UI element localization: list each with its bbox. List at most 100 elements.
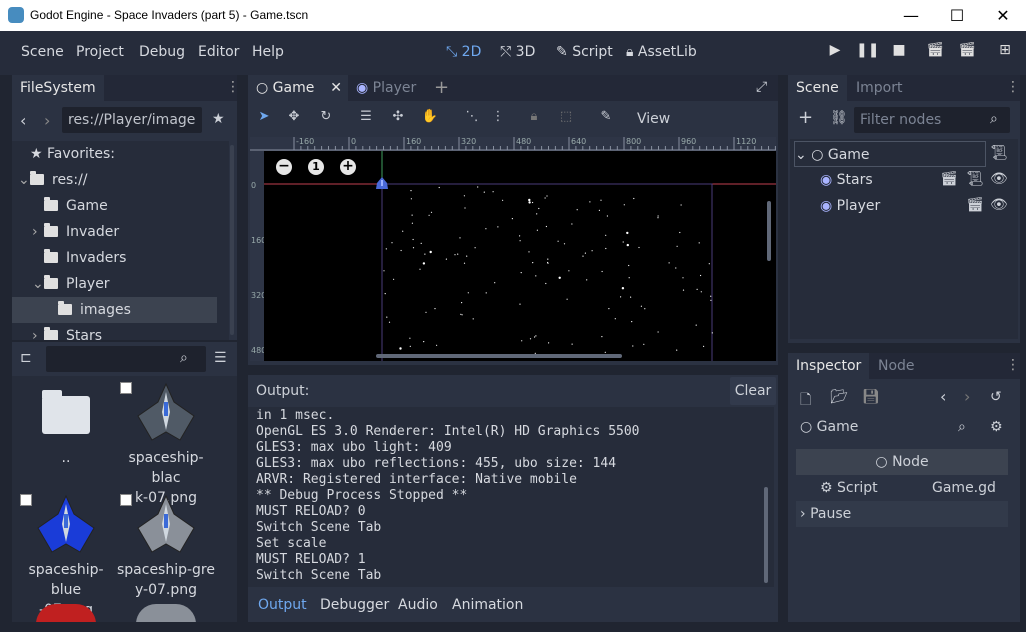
link-icon[interactable]: ⛓ (830, 110, 848, 126)
lock-icon[interactable]: 🔒︎ (524, 109, 544, 129)
fs-tree-item[interactable]: › Invader (12, 219, 229, 245)
zoom-in-button[interactable]: + (340, 159, 356, 175)
history-icon[interactable]: ↺ (990, 389, 1002, 405)
bottom-tab-audio[interactable]: Audio (398, 590, 438, 620)
maximize-button[interactable]: ☐ (934, 0, 980, 31)
filesystem-scrollbar[interactable] (230, 145, 234, 335)
save-icon[interactable]: 💾︎ (862, 389, 880, 405)
menu-editor[interactable]: Editor (198, 44, 239, 60)
pause-button[interactable]: ❚❚ (856, 42, 879, 64)
filter-nodes-input[interactable]: Filter nodes (854, 107, 1010, 133)
mode-assetlib-button[interactable]: 🔒︎ AssetLib (626, 44, 697, 60)
mode-3d-button[interactable]: ⤲ 3D (500, 44, 535, 60)
tab-game[interactable]: ○ Game ✕ (248, 75, 348, 101)
fs-tree-item[interactable]: ⌄ res:// (12, 167, 229, 193)
open-folder-icon[interactable]: 📂︎ (830, 389, 848, 405)
chevron-down-icon[interactable]: ⌄ (18, 167, 30, 193)
node-section-header[interactable]: ○ Node (796, 449, 1008, 475)
viewport-hscrollbar[interactable] (376, 354, 622, 358)
file-item-partial[interactable] (136, 604, 196, 622)
history-forward-icon[interactable]: › (964, 387, 970, 406)
pivot-tool-icon[interactable]: ✣ (388, 109, 408, 129)
close-tab-icon[interactable]: ✕ (330, 75, 342, 101)
path-field[interactable]: res://Player/image (62, 107, 202, 133)
favorite-star-icon[interactable]: ★ (212, 111, 225, 127)
script-icon[interactable]: 📜︎ (966, 171, 984, 187)
chevron-right-icon[interactable]: › (32, 219, 44, 245)
visibility-eye-icon[interactable]: 👁︎ (990, 197, 1008, 213)
play-scene-button[interactable]: 🎬︎ (924, 42, 946, 64)
pause-section-header[interactable]: › Pause (796, 501, 1008, 527)
file-item[interactable]: spaceship-blue-07.png (16, 492, 116, 618)
snap-options-icon[interactable]: ⋮ (488, 109, 508, 129)
menu-dots-icon[interactable]: ⋮ (1006, 79, 1020, 95)
scene-node-player[interactable]: ◉ Player (820, 193, 960, 219)
tab-filesystem[interactable]: FileSystem (12, 75, 104, 101)
fs-tree-item[interactable]: ⌄ Player (12, 271, 229, 297)
view-menu[interactable]: View (637, 111, 670, 127)
settings-icon[interactable]: ⊞ (994, 42, 1016, 64)
menu-debug[interactable]: Debug (139, 44, 185, 60)
tab-player[interactable]: ◉ Player (348, 75, 428, 101)
new-resource-icon[interactable]: 🗋︎ (800, 389, 811, 413)
chevron-down-icon[interactable]: ⌄ (32, 271, 44, 297)
select-tool-icon[interactable]: ➤ (254, 109, 274, 129)
zoom-reset-button[interactable]: 1 (308, 159, 324, 175)
game-viewport[interactable]: − 1 + (264, 151, 776, 361)
zoom-out-button[interactable]: − (276, 159, 292, 175)
tools-icon[interactable]: ⚙ (990, 419, 1003, 435)
list-select-icon[interactable]: ☰ (356, 109, 376, 129)
distraction-free-icon[interactable]: ⤢ (756, 79, 767, 95)
history-back-icon[interactable]: ‹ (940, 387, 946, 406)
play-button[interactable]: ▶ (824, 42, 846, 64)
bottom-tab-animation[interactable]: Animation (452, 590, 523, 620)
fs-tree-item[interactable]: Invaders (12, 245, 229, 271)
open-in-editor-icon[interactable]: 🎬︎ (966, 197, 984, 213)
tab-import[interactable]: Import (848, 75, 910, 101)
inspected-object[interactable]: ○ Game (800, 419, 858, 435)
back-icon[interactable]: ‹ (20, 111, 26, 130)
scene-node-stars[interactable]: ◉ Stars (820, 167, 960, 193)
output-scrollbar[interactable] (764, 487, 768, 583)
snap-icon[interactable]: ⋱ (462, 109, 482, 129)
mode-2d-button[interactable]: ⤡ 2D (446, 44, 481, 60)
visibility-eye-icon[interactable]: 👁︎ (990, 171, 1008, 187)
forward-icon[interactable]: › (44, 111, 50, 130)
file-item[interactable]: .. (16, 380, 116, 490)
stop-button[interactable]: ■ (888, 42, 910, 64)
move-tool-icon[interactable]: ✥ (284, 109, 304, 129)
scene-node-game[interactable]: ⌄ ○ Game (794, 141, 986, 167)
fs-tree-item[interactable]: images (12, 297, 217, 323)
search-icon[interactable]: ⌕ (958, 419, 966, 435)
group-icon[interactable]: ⬚ (556, 109, 576, 129)
file-item[interactable]: spaceship-gre y-07.png (116, 492, 216, 602)
menu-dots-icon[interactable]: ⋮ (226, 79, 240, 95)
bone-icon[interactable]: ✎ (596, 109, 616, 129)
file-item-partial[interactable] (36, 604, 96, 622)
clear-button[interactable]: Clear (730, 377, 776, 405)
tab-node[interactable]: Node (870, 353, 923, 379)
tab-inspector[interactable]: Inspector (788, 353, 870, 379)
add-tab-icon[interactable]: + (434, 77, 449, 98)
add-node-icon[interactable]: + (798, 107, 813, 128)
file-item[interactable]: spaceship-black-07.png (116, 380, 216, 506)
chevron-right-icon[interactable]: › (32, 323, 44, 340)
rotate-tool-icon[interactable]: ↻ (316, 109, 336, 129)
pan-tool-icon[interactable]: ✋ (420, 109, 440, 129)
minimize-button[interactable]: — (888, 0, 934, 31)
viewport-vscrollbar[interactable] (767, 201, 771, 261)
menu-help[interactable]: Help (252, 44, 284, 60)
close-button[interactable]: ✕ (980, 0, 1026, 31)
play-custom-scene-button[interactable]: 🎬︎ (956, 42, 978, 64)
script-attached-icon[interactable]: 📜︎ (990, 145, 1008, 161)
menu-project[interactable]: Project (76, 44, 124, 60)
bottom-tab-output[interactable]: Output (258, 590, 307, 620)
mode-script-button[interactable]: ✎ Script (556, 44, 613, 60)
split-mode-icon[interactable]: ⊏ (20, 350, 32, 366)
menu-dots-icon[interactable]: ⋮ (1006, 357, 1020, 373)
fs-tree-item[interactable]: Game (12, 193, 229, 219)
fs-tree-item[interactable]: › Stars (12, 323, 229, 340)
favorites-row[interactable]: ★ Favorites: (12, 141, 229, 167)
list-view-icon[interactable]: ☰ (214, 350, 227, 366)
open-in-editor-icon[interactable]: 🎬︎ (940, 171, 958, 187)
